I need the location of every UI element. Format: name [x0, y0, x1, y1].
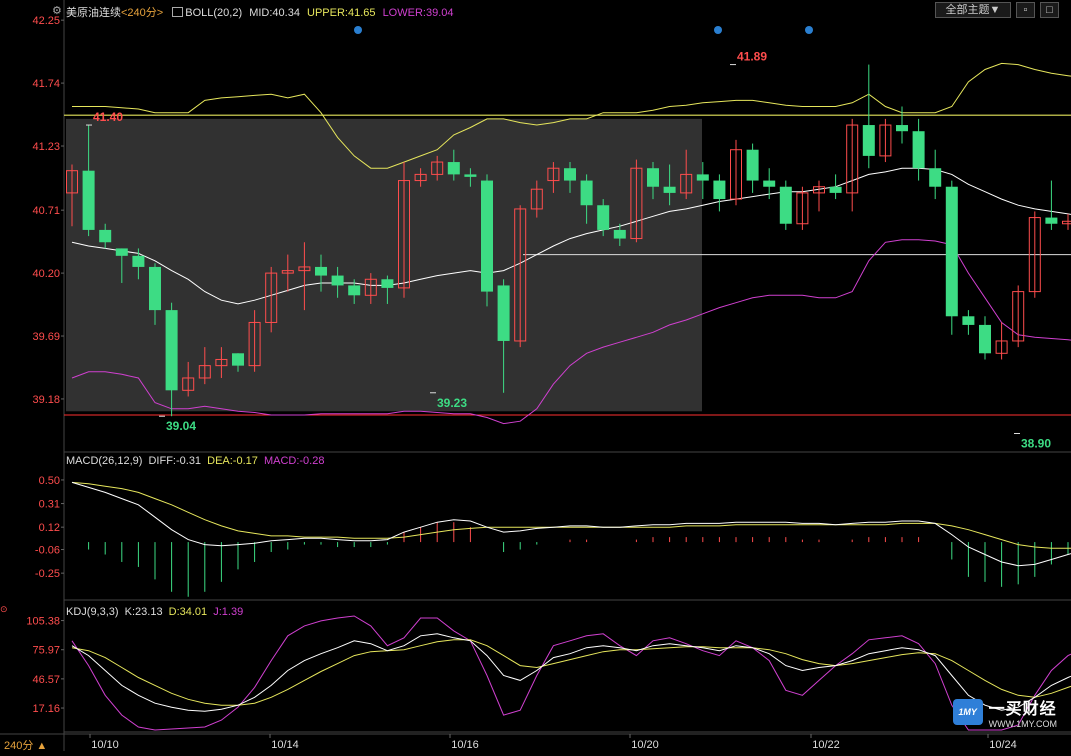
signal-dot: [805, 26, 813, 34]
candle-body: [780, 187, 792, 224]
macd-dea: DEA:-0.17: [207, 455, 258, 467]
x-tick-label: 10/14: [271, 739, 299, 751]
kdj-tick-label: 17.16: [32, 703, 60, 715]
candle-body: [830, 187, 842, 193]
kdj-tick-label: 46.57: [32, 674, 60, 686]
candle-body: [713, 181, 725, 200]
candle-body: [896, 125, 908, 131]
price-tick-label: 39.69: [32, 331, 60, 343]
x-tick-label: 10/10: [91, 739, 119, 751]
candle-body: [99, 230, 111, 242]
price-annotation: 38.90: [1021, 436, 1051, 450]
price-annotation: 41.40: [93, 110, 123, 124]
brand-logo-text: 一买财经: [989, 695, 1057, 719]
candle-body: [979, 325, 991, 353]
candle-body: [747, 150, 759, 181]
macd-tick-label: 0.31: [39, 499, 60, 511]
macd-name: MACD(26,12,9): [66, 455, 142, 467]
candle-body: [1063, 221, 1071, 223]
candle-body: [647, 168, 659, 187]
x-tick-label: 10/24: [989, 739, 1017, 751]
candle-body: [1045, 218, 1057, 224]
theme-dropdown-button[interactable]: 全部主题▼: [935, 2, 1011, 18]
candle-body: [863, 125, 875, 156]
window-restore-icon[interactable]: ▫: [1016, 2, 1035, 18]
candle-body: [481, 181, 493, 292]
candle-body: [498, 285, 510, 341]
kdj-k-line: [72, 634, 1071, 711]
indicator-name: BOLL(20,2): [185, 7, 242, 19]
candle-body: [149, 267, 161, 310]
mid-value: MID:40.34: [249, 7, 300, 19]
kdj-j: J:1.39: [213, 606, 243, 618]
candle-body: [929, 168, 941, 187]
candle-body: [962, 316, 974, 325]
candle-body: [564, 168, 576, 180]
candle-body: [664, 187, 676, 193]
candle-body: [232, 353, 244, 365]
candle-body: [448, 162, 460, 174]
kdj-d-line: [72, 640, 1071, 705]
candle-body: [381, 279, 393, 288]
chart-canvas[interactable]: 42.2541.7441.2340.7140.2039.6939.180.500…: [0, 0, 1071, 751]
kdj-j-line: [72, 616, 1071, 730]
kdj-k: K:23.13: [125, 606, 163, 618]
candle-body: [913, 131, 925, 168]
kdj-marker-icon: ⊙: [0, 604, 8, 615]
price-tick-label: 39.18: [32, 394, 60, 406]
candle-body: [315, 267, 327, 276]
price-annotation: 39.23: [437, 396, 467, 410]
candle-body: [946, 187, 958, 317]
macd-tick-label: 0.50: [39, 475, 60, 487]
brand-logo: 1MY 一买财经 WWW.1MY.COM: [953, 695, 1057, 729]
price-tick-label: 41.23: [32, 141, 60, 153]
candle-body: [332, 276, 344, 286]
candle-body: [166, 310, 178, 390]
candle-body: [763, 181, 775, 187]
price-annotation: 39.04: [166, 419, 196, 433]
price-tick-label: 40.71: [32, 205, 60, 217]
macd-macd: MACD:-0.28: [264, 455, 325, 467]
indicator-icon: [172, 7, 183, 17]
price-tick-label: 40.20: [32, 268, 60, 280]
candle-body: [116, 248, 128, 255]
macd-tick-label: -0.25: [35, 568, 60, 580]
chart-stage: 42.2541.7441.2340.7140.2039.6939.180.500…: [0, 0, 1071, 751]
candle-body: [132, 256, 144, 267]
macd-diff: DIFF:-0.31: [148, 455, 201, 467]
x-tick-label: 10/16: [451, 739, 479, 751]
candle-body: [581, 181, 593, 206]
price-tick-label: 41.74: [32, 78, 60, 90]
candle-body: [348, 285, 360, 295]
symbol-name: 美原油连续: [66, 7, 121, 19]
candle-body: [83, 171, 95, 230]
macd-tick-label: -0.06: [35, 545, 60, 557]
signal-dot: [714, 26, 722, 34]
window-maximize-icon[interactable]: □: [1040, 2, 1059, 18]
lower-value: LOWER:39.04: [383, 7, 454, 19]
kdj-d: D:34.01: [169, 606, 208, 618]
x-tick-label: 10/22: [812, 739, 840, 751]
kdj-tick-label: 75.97: [32, 645, 60, 657]
brand-logo-badge: 1MY: [953, 699, 983, 725]
kdj-tick-label: 105.38: [26, 616, 60, 628]
signal-dot: [354, 26, 362, 34]
period-label: <240分>: [121, 7, 163, 19]
kdj-name: KDJ(9,3,3): [66, 606, 119, 618]
settings-icon[interactable]: ⚙: [52, 4, 62, 17]
x-tick-label: 10/20: [631, 739, 659, 751]
brand-logo-url: WWW.1MY.COM: [989, 719, 1057, 729]
price-annotation: 41.89: [737, 50, 767, 64]
candle-body: [697, 174, 709, 180]
macd-tick-label: 0.12: [39, 522, 60, 534]
upper-value: UPPER:41.65: [307, 7, 375, 19]
candle-body: [597, 205, 609, 230]
candle-body: [464, 174, 476, 176]
candle-body: [614, 230, 626, 239]
